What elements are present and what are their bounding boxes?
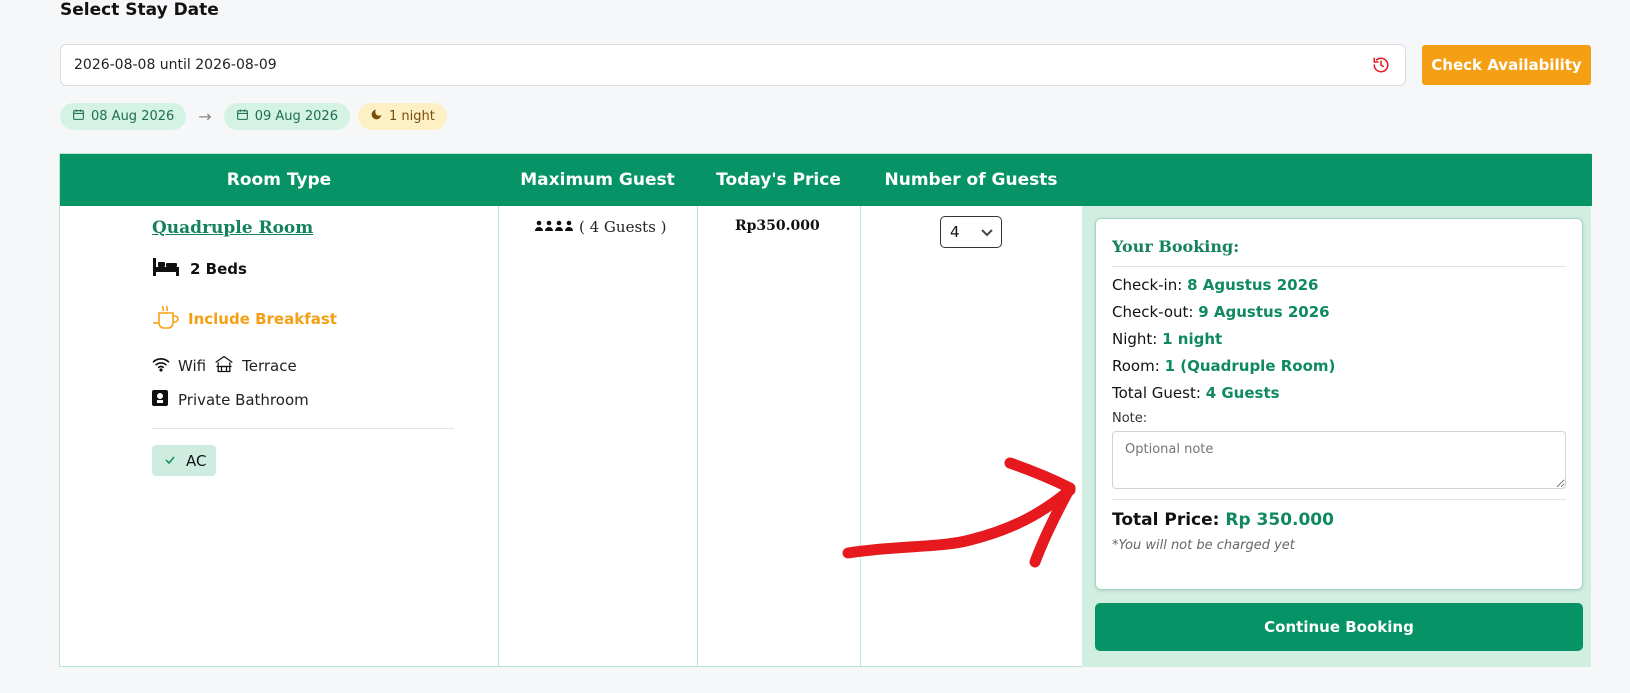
room-type-cell: Quadruple Room 2 Beds Include Breakfast … — [152, 218, 454, 476]
date-range-input[interactable] — [74, 57, 1370, 73]
room-row: Room: 1 (Quadruple Room) — [1112, 357, 1566, 375]
max-guest-cell: ( 4 Guests ) — [535, 218, 667, 236]
chevron-down-icon — [981, 223, 993, 241]
total-price-row: Total Price: Rp 350.000 — [1112, 499, 1566, 530]
booking-title: Your Booking: — [1112, 237, 1566, 267]
terrace-icon — [214, 354, 234, 378]
booking-summary-card: Your Booking: Check-in: 8 Agustus 2026 C… — [1095, 218, 1583, 590]
column-divider — [498, 206, 499, 666]
column-divider — [860, 206, 861, 666]
nights-chip-label: 1 night — [388, 109, 435, 124]
calendar-icon — [72, 108, 85, 125]
wifi-icon — [152, 356, 170, 376]
checkout-chip: 09 Aug 2026 — [223, 103, 350, 130]
booking-sidebar: Your Booking: Check-in: 8 Agustus 2026 C… — [1082, 206, 1591, 667]
guest-value: 4 Guests — [1205, 384, 1280, 402]
checkout-chip-label: 09 Aug 2026 — [254, 109, 338, 124]
coffee-cup-icon — [152, 304, 180, 334]
history-icon[interactable] — [1370, 54, 1392, 76]
calendar-icon — [236, 108, 249, 125]
check-availability-button[interactable]: Check Availability — [1422, 45, 1591, 85]
night-label: Night: — [1112, 330, 1158, 348]
guest-count-select[interactable]: 4 — [940, 216, 1002, 248]
charge-note: *You will not be charged yet — [1112, 538, 1295, 553]
guest-row: Total Guest: 4 Guests — [1112, 384, 1566, 402]
checkin-value: 8 Agustus 2026 — [1187, 276, 1319, 294]
breakfast-info: Include Breakfast — [152, 304, 452, 334]
room-divider — [152, 428, 454, 429]
moon-icon — [370, 108, 383, 125]
continue-booking-button[interactable]: Continue Booking — [1095, 603, 1583, 651]
header-room-type: Room Type — [226, 170, 332, 190]
guest-label: Total Guest: — [1112, 384, 1201, 402]
bathroom-row: Private Bathroom — [152, 390, 452, 410]
checkout-label: Check-out: — [1112, 303, 1194, 321]
check-icon — [164, 452, 176, 470]
beds-info: 2 Beds — [152, 256, 452, 282]
breakfast-label: Include Breakfast — [188, 310, 337, 328]
max-guest-label: ( 4 Guests ) — [579, 218, 667, 236]
beds-label: 2 Beds — [190, 260, 247, 278]
section-title: Select Stay Date — [60, 0, 219, 20]
room-label: Room: — [1112, 357, 1160, 375]
night-value: 1 night — [1162, 330, 1223, 348]
bathroom-label: Private Bathroom — [178, 391, 309, 409]
total-label: Total Price: — [1112, 510, 1220, 530]
night-row: Night: 1 night — [1112, 330, 1566, 348]
checkin-chip-label: 08 Aug 2026 — [91, 109, 175, 124]
room-name-link[interactable]: Quadruple Room — [152, 218, 452, 238]
table-header: Room Type Maximum Guest Today's Price Nu… — [60, 154, 1592, 206]
header-maximum-guest: Maximum Guest — [520, 170, 675, 190]
bed-icon — [152, 256, 180, 282]
date-chips: 08 Aug 2026 → 09 Aug 2026 1 night — [60, 103, 447, 130]
nights-chip: 1 night — [357, 103, 447, 130]
total-value: Rp 350.000 — [1225, 510, 1334, 530]
terrace-label: Terrace — [242, 357, 297, 375]
amenities-row: Wifi Terrace — [152, 354, 452, 378]
note-input[interactable] — [1112, 431, 1566, 489]
people-icon — [535, 218, 573, 236]
arrow-separator: → — [198, 107, 212, 126]
checkout-value: 9 Agustus 2026 — [1198, 303, 1330, 321]
date-range-field[interactable] — [60, 44, 1406, 86]
room-table: Room Type Maximum Guest Today's Price Nu… — [59, 153, 1592, 667]
ac-badge: AC — [152, 445, 217, 476]
checkin-row: Check-in: 8 Agustus 2026 — [1112, 276, 1566, 294]
checkin-chip: 08 Aug 2026 — [60, 103, 187, 130]
checkin-label: Check-in: — [1112, 276, 1183, 294]
guest-count-value: 4 — [950, 223, 960, 241]
column-divider — [697, 206, 698, 666]
checkout-row: Check-out: 9 Agustus 2026 — [1112, 303, 1566, 321]
room-value: 1 (Quadruple Room) — [1164, 357, 1336, 375]
todays-price: Rp350.000 — [735, 218, 820, 234]
ac-label: AC — [186, 451, 207, 470]
bathroom-icon — [152, 390, 168, 410]
header-todays-price: Today's Price — [716, 170, 841, 190]
header-number-of-guests: Number of Guests — [884, 170, 1058, 190]
note-label: Note: — [1112, 411, 1148, 426]
wifi-label: Wifi — [178, 357, 207, 375]
